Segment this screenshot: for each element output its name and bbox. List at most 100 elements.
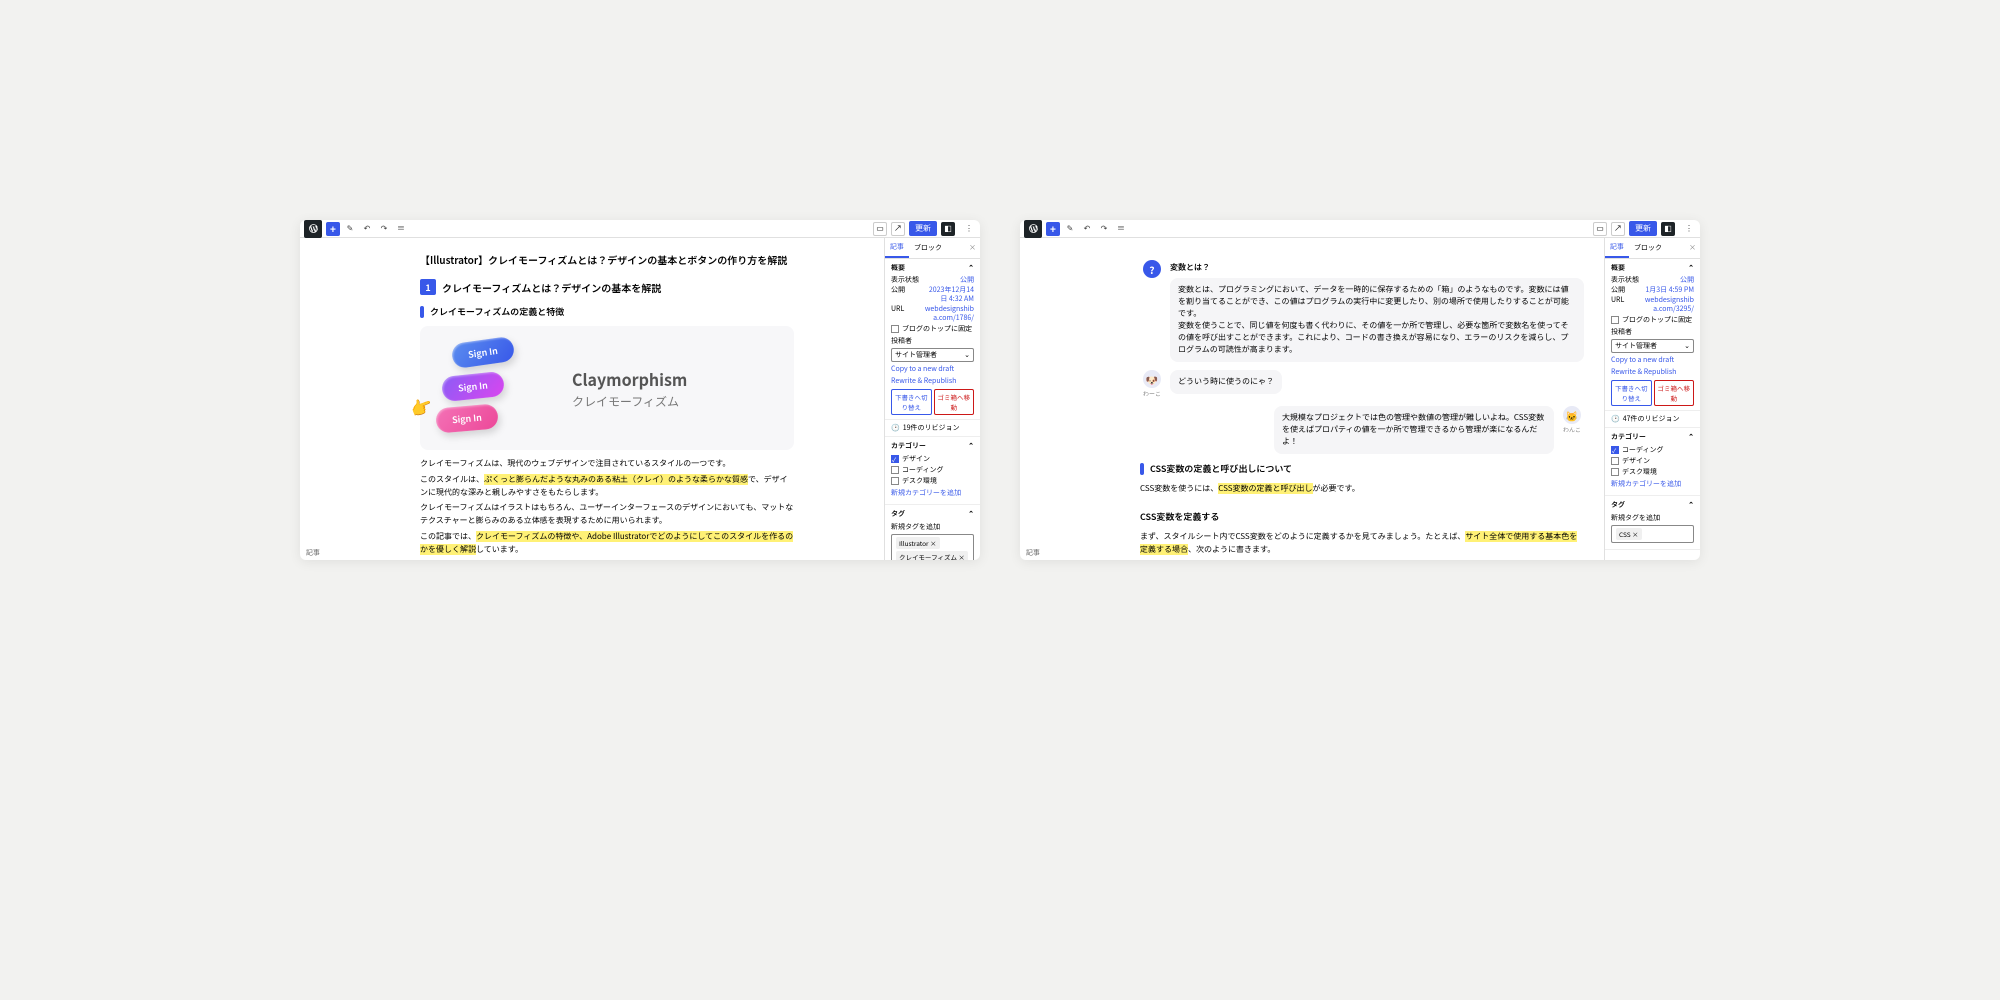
wp-logo-icon[interactable] xyxy=(304,220,322,238)
chevron-up-icon[interactable]: ⌃ xyxy=(1688,500,1694,510)
chat-text: どういう時に使うのにゃ？ xyxy=(1170,370,1282,394)
author-select[interactable]: サイト管理者⌄ xyxy=(1611,339,1694,353)
preview-icon[interactable]: ↗ xyxy=(1611,222,1625,236)
view-icon[interactable]: ▭ xyxy=(873,222,887,236)
switch-draft-button[interactable]: 下書きへ切り替え xyxy=(891,389,932,415)
status-label: 表示状態 xyxy=(1611,276,1639,285)
sticky-checkbox[interactable]: ブログのトップに固定 xyxy=(891,324,974,334)
more-icon[interactable]: ⋮ xyxy=(1682,222,1696,236)
tab-post[interactable]: 記事 xyxy=(885,238,909,258)
undo-icon[interactable]: ↶ xyxy=(1080,222,1094,236)
chevron-up-icon[interactable]: ⌃ xyxy=(1688,263,1694,273)
redo-icon[interactable]: ↷ xyxy=(377,222,391,236)
categories-panel: カテゴリー⌃ コーディング デザイン デスク環境 新規カテゴリーを追加 xyxy=(1605,428,1700,496)
cat-check-3[interactable]: デスク環境 xyxy=(891,476,974,486)
add-category-link[interactable]: 新規カテゴリーを追加 xyxy=(891,488,974,498)
chevron-up-icon[interactable]: ⌃ xyxy=(968,263,974,273)
status-value[interactable]: 公開 xyxy=(960,276,974,285)
heading-2[interactable]: CSS変数の定義と呼び出しについて xyxy=(1140,462,1584,475)
outline-icon[interactable]: ≡ xyxy=(1114,222,1128,236)
paragraph[interactable]: クレイモーフィズムはイラストはもちろん、ユーザーインターフェースのデザインにおい… xyxy=(420,502,794,528)
chat-bubble-right[interactable]: 🐱わんこ 大規模なプロジェクトでは色の管理や数値の管理が難しいよね。CSS変数を… xyxy=(1140,406,1584,454)
close-icon[interactable]: × xyxy=(965,243,980,253)
summary-panel: 概要⌃ 表示状態公開 公開2023年12月14日 4:32 AM URLwebd… xyxy=(885,259,980,420)
add-block-button[interactable]: + xyxy=(326,222,340,236)
clay-buttons-illustration: 👉 Sign In Sign In Sign In xyxy=(432,338,552,438)
add-category-link[interactable]: 新規カテゴリーを追加 xyxy=(1611,479,1694,489)
chevron-up-icon[interactable]: ⌃ xyxy=(968,509,974,519)
tab-block[interactable]: ブロック xyxy=(1629,239,1667,257)
trash-button[interactable]: ゴミ箱へ移動 xyxy=(934,389,975,415)
tab-post[interactable]: 記事 xyxy=(1605,238,1629,258)
copy-draft-link[interactable]: Copy to a new draft xyxy=(1611,355,1694,365)
cat-check-1[interactable]: コーディング xyxy=(1611,445,1694,455)
update-button[interactable]: 更新 xyxy=(1629,221,1657,236)
outline-icon[interactable]: ≡ xyxy=(394,222,408,236)
post-title[interactable]: 【Illustrator】クレイモーフィズムとは？デザインの基本とボタンの作り方… xyxy=(420,252,794,267)
avatar-icon: 🐶 xyxy=(1143,370,1161,388)
chevron-down-icon: ⌄ xyxy=(964,350,970,360)
edit-icon[interactable]: ✎ xyxy=(1063,222,1077,236)
paragraph[interactable]: クレイモーフィズムは、現代のウェブデザインで注目されているスタイルの一つです。 xyxy=(420,458,794,471)
cat-check-2[interactable]: コーディング xyxy=(891,465,974,475)
paragraph[interactable]: この記事では、クレイモーフィズムの特徴や、Adobe Illustratorでど… xyxy=(420,531,794,557)
paragraph[interactable]: このスタイルは、ぷくっと膨らんだような丸みのある粘土（クレイ）のような柔らかな質… xyxy=(420,474,794,500)
claymorphism-card: 👉 Sign In Sign In Sign In Claymorphism ク… xyxy=(420,326,794,450)
chevron-up-icon[interactable]: ⌃ xyxy=(1688,432,1694,442)
revisions-link[interactable]: 🕑47件のリビジョン xyxy=(1605,411,1700,428)
publish-value[interactable]: 1月3日 4:59 PM xyxy=(1645,286,1694,295)
update-button[interactable]: 更新 xyxy=(909,221,937,236)
heading-1[interactable]: 1 クレイモーフィズムとは？デザインの基本を解説 xyxy=(420,279,794,295)
author-select[interactable]: サイト管理者⌄ xyxy=(891,348,974,362)
sticky-checkbox[interactable]: ブログのトップに固定 xyxy=(1611,315,1694,325)
editor-window-left: + ✎ ↶ ↷ ≡ ▭ ↗ 更新 ◧ ⋮ 【Illustrator】クレイモーフ… xyxy=(300,220,980,560)
cat-check-3[interactable]: デスク環境 xyxy=(1611,467,1694,477)
categories-panel: カテゴリー⌃ デザイン コーディング デスク環境 新規カテゴリーを追加 xyxy=(885,437,980,505)
tab-block[interactable]: ブロック xyxy=(909,239,947,257)
editor-canvas[interactable]: ? 変数とは？ 変数とは、プログラミングにおいて、データを一時的に保存するための… xyxy=(1020,238,1604,560)
add-block-button[interactable]: + xyxy=(1046,222,1060,236)
url-value[interactable]: webdesignshiba.com/1786/ xyxy=(922,305,974,323)
more-icon[interactable]: ⋮ xyxy=(962,222,976,236)
settings-sidebar: 記事 ブロック × 概要⌃ 表示状態公開 公開1月3日 4:59 PM URLw… xyxy=(1604,238,1700,560)
switch-draft-button[interactable]: 下書きへ切り替え xyxy=(1611,380,1652,406)
tag-chip[interactable]: CSS × xyxy=(1616,528,1642,540)
tag-chip[interactable]: Illustrator × xyxy=(896,537,940,549)
top-toolbar: + ✎ ↶ ↷ ≡ ▭ ↗ 更新 ◧ ⋮ xyxy=(300,220,980,238)
rewrite-link[interactable]: Rewrite & Republish xyxy=(1611,367,1694,377)
url-value[interactable]: webdesignshiba.com/3295/ xyxy=(1642,296,1694,314)
trash-button[interactable]: ゴミ箱へ移動 xyxy=(1654,380,1695,406)
rewrite-link[interactable]: Rewrite & Republish xyxy=(891,376,974,386)
paragraph[interactable]: まず、スタイルシート内でCSS変数をどのように定義するかを見てみましょう。たとえ… xyxy=(1140,531,1584,557)
redo-icon[interactable]: ↷ xyxy=(1097,222,1111,236)
wp-logo-icon[interactable] xyxy=(1024,220,1042,238)
undo-icon[interactable]: ↶ xyxy=(360,222,374,236)
paragraph[interactable]: CSS変数を使うには、CSS変数の定義と呼び出しが必要です。 xyxy=(1140,483,1584,496)
settings-toggle-icon[interactable]: ◧ xyxy=(1661,222,1675,236)
chat-question-block[interactable]: ? 変数とは？ 変数とは、プログラミングにおいて、データを一時的に保存するための… xyxy=(1140,260,1584,362)
cat-check-2[interactable]: デザイン xyxy=(1611,456,1694,466)
view-icon[interactable]: ▭ xyxy=(1593,222,1607,236)
close-icon[interactable]: × xyxy=(1685,243,1700,253)
copy-draft-link[interactable]: Copy to a new draft xyxy=(891,364,974,374)
tag-input[interactable]: Illustrator × クレイモーフィズム × xyxy=(891,534,974,560)
editor-canvas[interactable]: 【Illustrator】クレイモーフィズムとは？デザインの基本とボタンの作り方… xyxy=(300,238,884,560)
publish-value[interactable]: 2023年12月14日 4:32 AM xyxy=(922,286,974,304)
clock-icon: 🕑 xyxy=(1611,414,1620,424)
preview-icon[interactable]: ↗ xyxy=(891,222,905,236)
settings-toggle-icon[interactable]: ◧ xyxy=(941,222,955,236)
heading-3[interactable]: CSS変数を定義する xyxy=(1140,510,1584,523)
chat-text: 大規模なプロジェクトでは色の管理や数値の管理が難しいよね。CSS変数を使えばプロ… xyxy=(1274,406,1554,454)
revisions-link[interactable]: 🕑19件のリビジョン xyxy=(885,420,980,437)
heading-2[interactable]: クレイモーフィズムの定義と特徴 xyxy=(420,305,794,318)
panel-title: 概要 xyxy=(891,263,905,273)
tag-input[interactable]: CSS × xyxy=(1611,525,1694,543)
clock-icon: 🕑 xyxy=(891,423,900,433)
panel-title: タグ xyxy=(891,509,905,519)
chevron-up-icon[interactable]: ⌃ xyxy=(968,441,974,451)
edit-icon[interactable]: ✎ xyxy=(343,222,357,236)
cat-check-1[interactable]: デザイン xyxy=(891,454,974,464)
status-value[interactable]: 公開 xyxy=(1680,276,1694,285)
tag-chip[interactable]: クレイモーフィズム × xyxy=(896,551,968,560)
chat-bubble-left[interactable]: 🐶わーこ どういう時に使うのにゃ？ xyxy=(1140,370,1584,398)
